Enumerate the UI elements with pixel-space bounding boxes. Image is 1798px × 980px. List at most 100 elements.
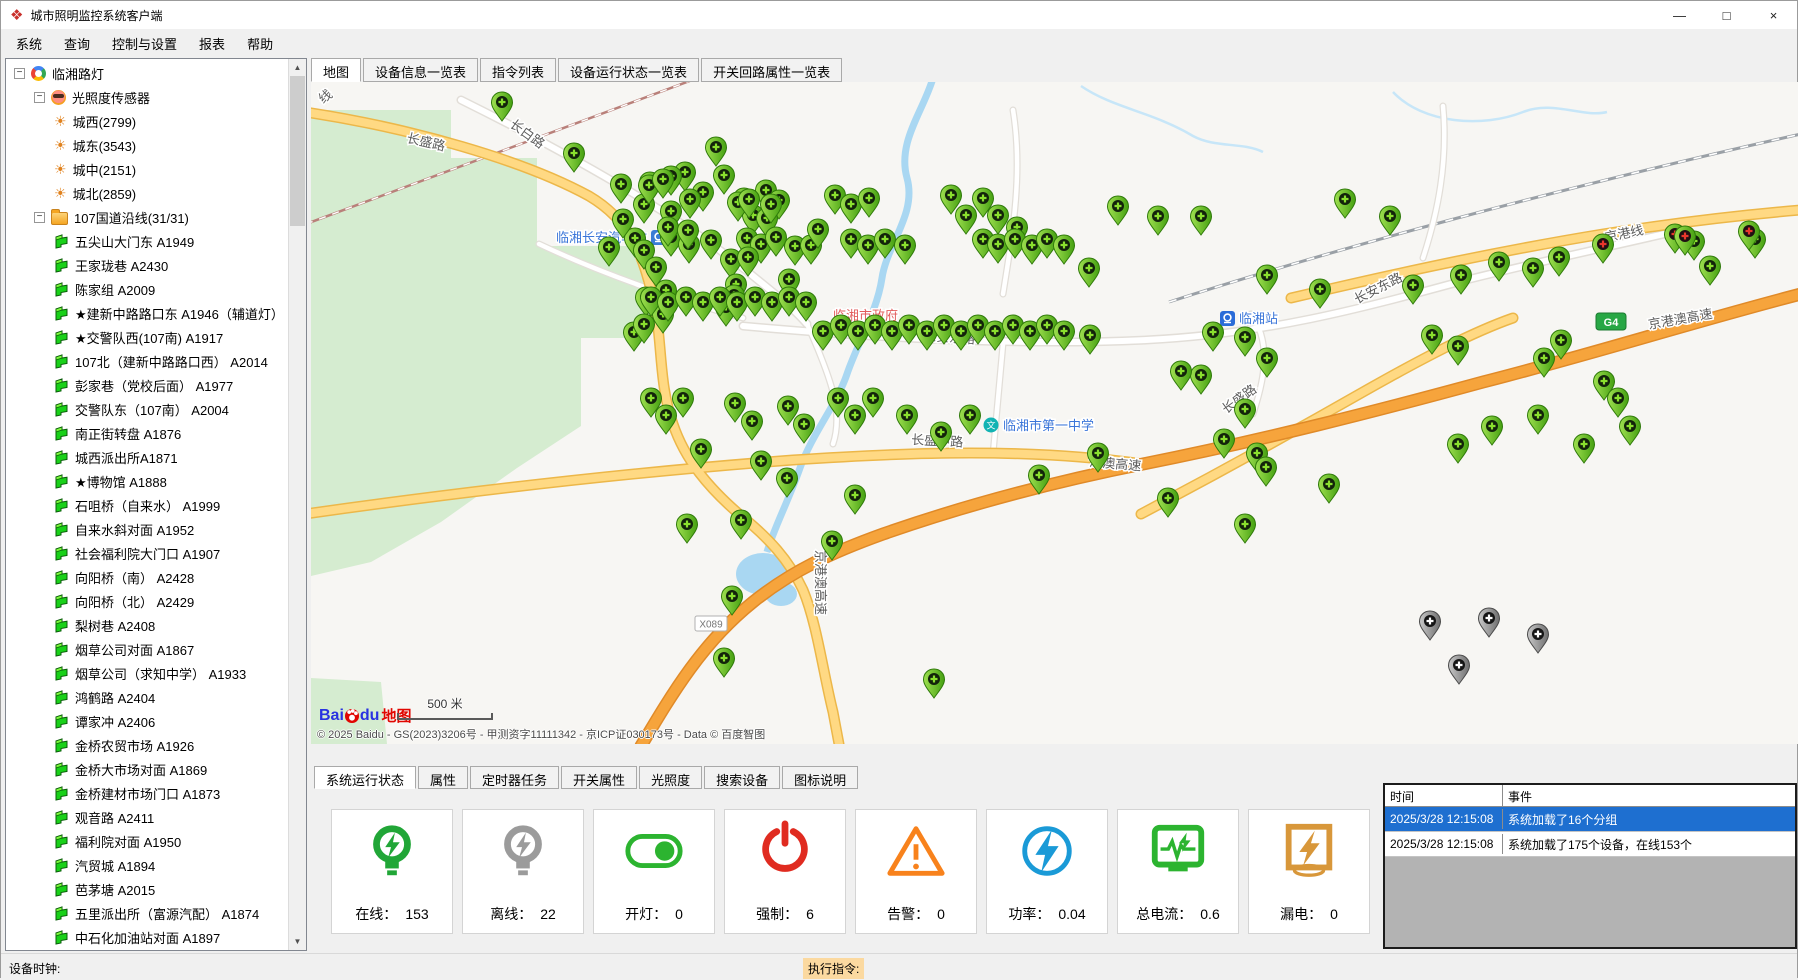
map-pin[interactable] [924,669,945,698]
tree-item-21[interactable]: 向阳桥（南） A2428 [6,565,288,589]
map-tab-4[interactable]: 开关回路属性一览表 [701,58,842,82]
tree-item-0[interactable]: −临湘路灯 [6,61,288,85]
tree-scrollbar[interactable]: ▲ ▼ [288,59,306,950]
map-pin[interactable] [960,405,981,434]
tree-item-16[interactable]: 城西派出所A1871 [6,445,288,469]
tree-item-34[interactable]: 芭茅塘 A2015 [6,877,288,901]
map-pin[interactable] [714,165,735,194]
map-pin[interactable] [1479,608,1500,637]
map-canvas[interactable]: 线长盛路长白路长安东路长安东路京港线京港澳高速长盛路长盛中路港澳高速京港澳高速 … [311,82,1798,744]
tree-item-20[interactable]: 社会福利院大门口 A1907 [6,541,288,565]
tree-item-1[interactable]: −光照度传感器 [6,85,288,109]
tree-item-27[interactable]: 谭家冲 A2406 [6,709,288,733]
tree-item-28[interactable]: 金桥农贸市场 A1926 [6,733,288,757]
map-pin[interactable] [1079,258,1100,287]
tree-item-13[interactable]: 彭家巷（党校后面） A1977 [6,373,288,397]
menu-item-4[interactable]: 帮助 [236,29,284,58]
map-pin[interactable] [845,405,866,434]
tree-item-37[interactable] [6,949,288,951]
bottom-tab-2[interactable]: 定时器任务 [470,766,559,789]
tree-item-25[interactable]: 烟草公司（求知中学） A1933 [6,661,288,685]
map-pin[interactable] [777,468,798,497]
menu-item-0[interactable]: 系统 [5,29,53,58]
bottom-tab-1[interactable]: 属性 [418,766,468,789]
map-pin[interactable] [845,485,866,514]
map-pin[interactable] [1191,206,1212,235]
bottom-tab-4[interactable]: 光照度 [639,766,702,789]
tree-item-9[interactable]: 陈家组 A2009 [6,277,288,301]
maximize-button[interactable]: □ [1703,1,1750,29]
tree-item-17[interactable]: ★博物馆 A1888 [6,469,288,493]
map-pin[interactable] [1191,365,1212,394]
tree-item-2[interactable]: ☀城西(2799) [6,109,288,133]
map-pin[interactable] [897,405,918,434]
menu-item-3[interactable]: 报表 [188,29,236,58]
map-pin[interactable] [1528,624,1549,653]
map-pin[interactable] [1451,265,1472,294]
map-pin[interactable] [1528,405,1549,434]
tree-item-26[interactable]: 鸿鹤路 A2404 [6,685,288,709]
map-pin[interactable] [988,205,1009,234]
bottom-tab-3[interactable]: 开关属性 [561,766,637,789]
map-tab-2[interactable]: 指令列表 [480,58,556,82]
map-pin[interactable] [731,510,752,539]
tree-item-24[interactable]: 烟草公司对面 A1867 [6,637,288,661]
map-pin[interactable] [1310,279,1331,308]
map-pin[interactable] [1235,399,1256,428]
tree-item-8[interactable]: 王家珑巷 A2430 [6,253,288,277]
map-pin[interactable] [1448,336,1469,365]
tree-item-12[interactable]: 107北（建新中路路口西） A2014 [6,349,288,373]
tree-item-29[interactable]: 金桥大市场对面 A1869 [6,757,288,781]
map-pin[interactable] [1420,611,1441,640]
tree-item-23[interactable]: 梨树巷 A2408 [6,613,288,637]
tree-item-33[interactable]: 汽贸城 A1894 [6,853,288,877]
map-pin[interactable] [1574,434,1595,463]
map-pin[interactable] [1235,327,1256,356]
tree-item-32[interactable]: 福利院对面 A1950 [6,829,288,853]
map-pin[interactable] [1054,235,1075,264]
tree-item-19[interactable]: 自来水斜对面 A1952 [6,517,288,541]
tree-item-35[interactable]: 五里派出所（富源汽配） A1874 [6,901,288,925]
map-pin[interactable] [1549,247,1570,276]
tree-item-31[interactable]: 观音路 A2411 [6,805,288,829]
map-pin[interactable] [1158,488,1179,517]
event-row-0[interactable]: 2025/3/28 12:15:08系统加载了16个分组 [1385,807,1795,832]
bottom-tab-5[interactable]: 搜索设备 [704,766,780,789]
tree-item-18[interactable]: 石咀桥（自来水） A1999 [6,493,288,517]
tree-item-4[interactable]: ☀城中(2151) [6,157,288,181]
map-pin[interactable] [611,174,632,203]
map-tab-0[interactable]: 地图 [311,58,361,82]
bottom-tab-6[interactable]: 图标说明 [782,766,858,789]
map-pin[interactable] [1449,655,1470,684]
map-pin[interactable] [1319,474,1340,503]
map-pin[interactable] [1256,457,1277,486]
map-pin[interactable] [859,188,880,217]
tree-item-15[interactable]: 南正街转盘 A1876 [6,421,288,445]
map-pin[interactable] [895,235,916,264]
map-pin[interactable] [677,514,698,543]
map-tab-1[interactable]: 设备信息一览表 [363,58,478,82]
tree-item-11[interactable]: ★交警队西(107南) A1917 [6,325,288,349]
map-pin[interactable] [1080,325,1101,354]
map-pin[interactable] [706,137,727,166]
map-pin[interactable] [742,411,763,440]
map-pin[interactable] [1482,416,1503,445]
menu-item-2[interactable]: 控制与设置 [101,29,188,58]
map-pin[interactable] [1608,388,1629,417]
map-pin[interactable] [1700,256,1721,285]
bottom-tab-0[interactable]: 系统运行状态 [314,766,416,789]
map-pin[interactable] [1108,196,1129,225]
map-pin[interactable] [1148,206,1169,235]
map-pin[interactable] [714,648,735,677]
map-pin[interactable] [751,451,772,480]
map-pin[interactable] [1171,361,1192,390]
event-row-1[interactable]: 2025/3/28 12:15:08系统加载了175个设备，在线153个 [1385,832,1795,857]
map-pin[interactable] [1203,322,1224,351]
scroll-thumb[interactable] [290,76,305,226]
map-pin[interactable] [1448,434,1469,463]
map-pin[interactable] [680,189,701,218]
tree-item-6[interactable]: −107国道沿线(31/31) [6,205,288,229]
map-pin[interactable] [1235,514,1256,543]
scroll-down-icon[interactable]: ▼ [289,933,306,950]
tree-item-10[interactable]: ★建新中路路口东 A1946（辅道灯） [6,301,288,325]
